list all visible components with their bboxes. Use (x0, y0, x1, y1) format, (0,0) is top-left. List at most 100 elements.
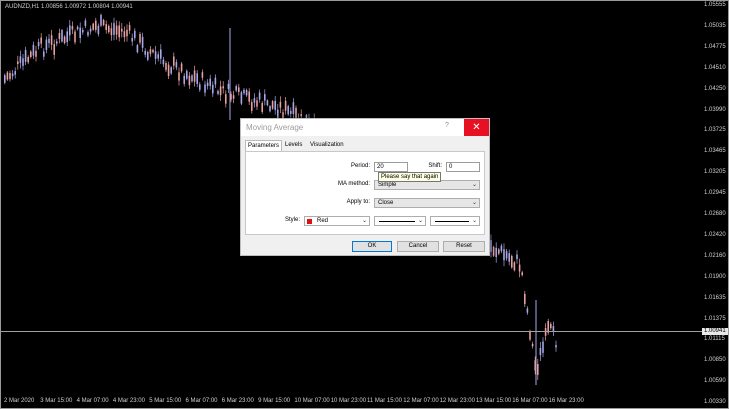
candle-body (63, 36, 66, 44)
time-tick-label: 16 Mar 07:00 (512, 398, 548, 404)
reset-button[interactable]: Reset (443, 241, 485, 252)
tab-levels[interactable]: Levels (283, 140, 304, 151)
style-color-select[interactable]: Red ⌄ (304, 216, 370, 226)
candle-body (89, 28, 92, 32)
price-tick-label: 1.01115 (704, 336, 725, 343)
candle-body (17, 61, 19, 64)
candle-body (227, 83, 230, 89)
price-tick-label: 1.03725 (704, 127, 726, 134)
price-tick-label: 1.00590 (704, 378, 726, 385)
tab-visualization[interactable]: Visualization (308, 140, 346, 151)
candle-body (209, 78, 211, 86)
current-price-label: 1.00941 (702, 328, 728, 335)
price-scale[interactable]: 1.05555 1.05035 1.04775 1.04510 1.04250 1.039… (700, 0, 729, 409)
candle-body (191, 75, 193, 82)
shift-input[interactable]: 0 (446, 162, 480, 172)
candle-body (188, 75, 191, 86)
candle-body (550, 323, 552, 329)
candle-body (76, 26, 79, 30)
candle-body (30, 51, 32, 58)
candle-body (492, 246, 495, 256)
candle-body (503, 249, 505, 261)
candle-body (128, 25, 131, 31)
candle-body (521, 272, 523, 276)
candle-body (175, 61, 178, 68)
candle-body (100, 14, 102, 26)
candle-body (19, 56, 22, 63)
candle-body (199, 84, 201, 90)
period-label: Period: (350, 163, 370, 169)
style-label: Style: (284, 217, 300, 223)
candle-body (6, 72, 9, 80)
candle-body (154, 51, 157, 59)
apply-to-select[interactable]: Close ⌄ (374, 198, 480, 208)
line-width-select[interactable]: ⌄ (430, 216, 480, 226)
time-tick-label: 9 Mar 15:00 (258, 398, 291, 404)
candle-body (147, 52, 149, 60)
price-tick-label: 1.01375 (704, 315, 726, 322)
candle-body (529, 331, 531, 340)
candle-body (542, 341, 544, 353)
candle-body (555, 344, 557, 348)
ok-button[interactable]: OK (352, 241, 392, 252)
candle-body (219, 86, 222, 96)
candle-body (87, 32, 89, 36)
cancel-button[interactable]: Cancel (397, 241, 439, 252)
candle-body (95, 20, 97, 30)
candle-body (149, 49, 152, 54)
candle-body (206, 82, 209, 87)
candle-body (490, 240, 492, 252)
candle-body (61, 30, 63, 42)
candle-body (32, 44, 35, 56)
period-input[interactable]: 20 (374, 162, 408, 172)
candle-body (165, 63, 167, 70)
moving-average-dialog: Moving Average ? ✕ Parameters Levels Vis… (240, 118, 490, 256)
input-tooltip: Please say that again (378, 172, 442, 182)
candle-body (144, 50, 146, 55)
dialog-titlebar[interactable]: Moving Average ? ✕ (241, 119, 489, 136)
candle-body (131, 37, 133, 42)
time-tick-label: 5 Mar 15:00 (149, 398, 182, 404)
candle-body (152, 49, 154, 53)
candle-body (97, 25, 100, 35)
candle-body (105, 24, 107, 30)
line-style-select[interactable]: ⌄ (374, 216, 426, 226)
candle-body (126, 29, 128, 37)
candle-body (284, 100, 287, 111)
candle-body (290, 111, 292, 114)
candle-body (178, 72, 180, 81)
candle-body (269, 106, 271, 112)
chevron-down-icon: ⌄ (417, 218, 423, 224)
chevron-down-icon: ⌄ (471, 182, 477, 188)
candle-body (235, 86, 237, 91)
candle-body (14, 71, 16, 75)
close-button[interactable]: ✕ (464, 119, 489, 136)
candle-body (495, 247, 497, 258)
candle-body (79, 27, 81, 38)
time-tick-label: 4 Mar 23:00 (112, 398, 145, 404)
candle-body (271, 101, 274, 109)
candle-body (258, 92, 261, 100)
candle-body (9, 73, 11, 80)
candle-body (518, 264, 521, 272)
candle-body (238, 87, 240, 92)
candle-body (69, 25, 71, 36)
price-tick-label: 1.03205 (704, 169, 726, 176)
candle-body (37, 41, 40, 47)
chevron-down-icon: ⌄ (361, 218, 367, 224)
candle-body (115, 25, 118, 35)
candle-body (157, 54, 159, 59)
chevron-down-icon: ⌄ (471, 200, 477, 206)
time-tick-label: 13 Mar 15:00 (475, 398, 512, 404)
chart-title: AUDNZD,H1 1.00856 1.00972 1.00804 1.0094… (5, 4, 133, 10)
candle-body (141, 36, 144, 48)
candle-body (245, 90, 248, 96)
time-tick-label: 11 Mar 15:00 (367, 398, 402, 404)
help-button[interactable]: ? (445, 122, 449, 129)
candle-body (108, 25, 110, 33)
dialog-title: Moving Average (246, 123, 304, 132)
candle-body (84, 20, 87, 26)
candle-body (204, 84, 206, 93)
candle-body (50, 35, 53, 45)
price-tick-label: 1.02680 (704, 211, 726, 217)
